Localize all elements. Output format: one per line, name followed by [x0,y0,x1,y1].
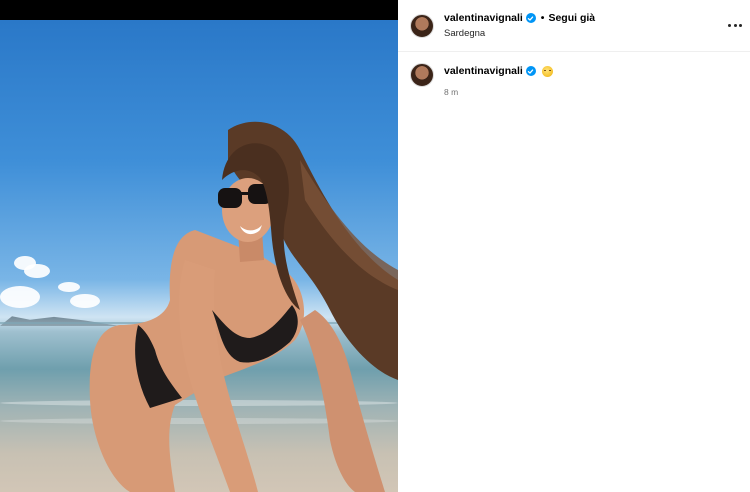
avatar[interactable] [410,14,434,38]
more-options-icon[interactable] [728,18,742,32]
separator-dot: • [540,12,545,24]
username-link[interactable]: valentinavignali [444,12,523,24]
person-illustration [89,121,398,492]
following-button[interactable]: Segui già [548,12,595,24]
username-link[interactable]: valentinavignali [444,65,523,77]
post-media[interactable] [0,0,398,492]
smiling-face-icon [541,65,553,77]
caption-line: valentinavignali [444,65,553,77]
post-photo[interactable] [0,20,398,492]
caption: valentinavignali 8 m [398,60,750,100]
timestamp[interactable]: 8 m [444,87,458,97]
avatar[interactable] [410,63,434,87]
post-header: valentinavignali • Segui già Sardegna [398,0,750,52]
verified-badge-icon [525,66,536,76]
location-link[interactable]: Sardegna [444,28,485,39]
verified-badge-icon [525,13,536,23]
post-sidebar: valentinavignali • Segui già Sardegna va… [398,0,750,492]
author-line: valentinavignali • Segui già [444,12,595,24]
